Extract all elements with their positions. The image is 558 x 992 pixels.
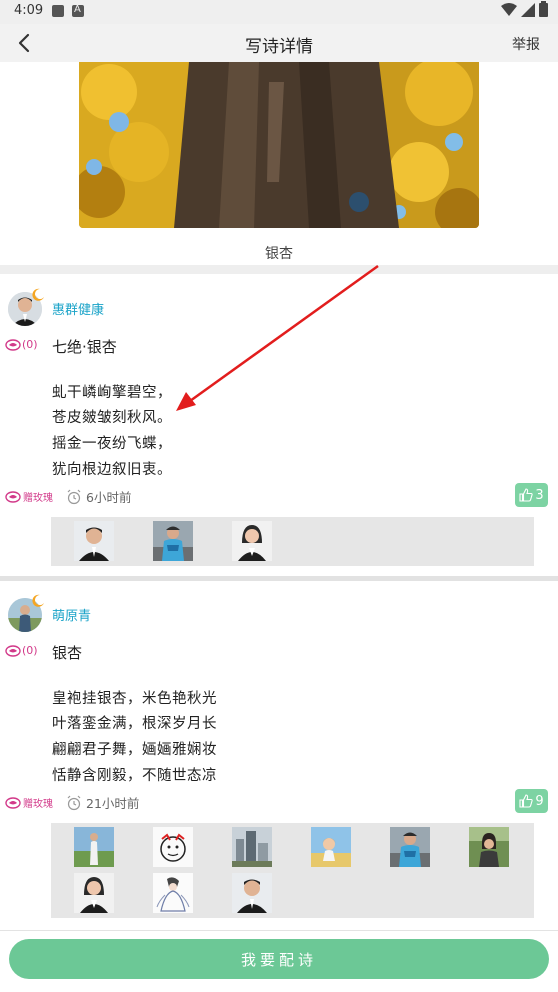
like-count: 9 (535, 793, 544, 809)
gift-rose-button[interactable]: 赠玫瑰 (5, 489, 53, 504)
moon-badge-icon (32, 288, 44, 301)
a-icon (72, 4, 84, 17)
post-time: 6小时前 (66, 487, 131, 506)
poem-line: 皇袍挂银杏，米色艳秋光 (52, 691, 217, 707)
voter-avatar[interactable] (153, 521, 193, 561)
poem-line: 摇金一夜纷飞蝶， (52, 436, 172, 452)
rose-count: (0) (5, 644, 38, 657)
status-time: 4:09 (14, 3, 44, 18)
rose-count: (0) (5, 338, 38, 351)
username[interactable]: 萌原青 (52, 605, 91, 624)
voter-avatar[interactable] (469, 827, 509, 867)
username[interactable]: 惠群健康 (52, 299, 104, 318)
voter-avatar[interactable] (311, 827, 351, 867)
voter-avatar[interactable] (232, 873, 272, 913)
voter-avatars (51, 517, 534, 566)
thumbs-up-icon (519, 794, 534, 808)
gift-rose-button[interactable]: 赠玫瑰 (5, 795, 53, 810)
rose-count-text: (0) (22, 338, 38, 351)
wifi-icon (501, 3, 517, 16)
poem-line: 叶落銮金满，根深岁月长 (52, 716, 217, 732)
rose-icon (5, 796, 21, 809)
rose-icon (5, 644, 21, 657)
battery-icon (539, 1, 548, 17)
page-title: 写诗详情 (245, 37, 313, 57)
status-bar: 4:09 (0, 0, 558, 24)
voter-avatar[interactable] (74, 521, 114, 561)
image-caption: 银杏 (265, 246, 293, 262)
like-button[interactable]: 3 (515, 483, 548, 507)
poem-line: 恬静含刚毅，不随世态凉 (52, 768, 217, 784)
moon-badge-icon (32, 594, 44, 607)
poem-line: 虬干嶙峋擎碧空， (52, 385, 172, 401)
voter-avatar[interactable] (74, 873, 114, 913)
rose-count-text: (0) (22, 644, 38, 657)
rose-icon (5, 490, 21, 503)
post-time-text: 6小时前 (86, 490, 132, 505)
like-count: 3 (535, 487, 544, 503)
compose-poem-button[interactable]: 我要配诗 (9, 939, 549, 979)
poem-line: 苍皮皴皱刻秋风。 (52, 410, 172, 426)
voter-avatar[interactable] (232, 521, 272, 561)
poem-line: 犹向根边叙旧衷。 (52, 462, 172, 478)
photo-icon (52, 5, 64, 17)
voter-avatar[interactable] (232, 827, 272, 867)
poem-line: 翩翩君子舞，婳婳雅娴妆 (52, 742, 217, 758)
back-arrow-icon (18, 33, 30, 53)
like-button[interactable]: 9 (515, 789, 548, 813)
voter-avatar[interactable] (153, 827, 193, 867)
poem-entry-2: 萌原青 (0) 银杏 皇袍挂银杏，米色艳秋光 叶落銮金满，根深岁月长 翩翩君子舞… (0, 581, 558, 929)
gift-rose-label: 赠玫瑰 (23, 799, 53, 810)
alarm-clock-icon (67, 489, 81, 504)
poem-title: 银杏 (52, 644, 83, 662)
gift-rose-label: 赠玫瑰 (23, 493, 53, 504)
alarm-clock-icon (67, 795, 81, 810)
post-time-text: 21小时前 (86, 796, 140, 811)
thumbs-up-icon (519, 488, 534, 502)
voter-avatar[interactable] (390, 827, 430, 867)
post-time: 21小时前 (66, 793, 139, 812)
poem-entry-1: 惠群健康 (0) 七绝·银杏 虬干嶙峋擎碧空， 苍皮皴皱刻秋风。 摇金一夜纷飞蝶… (0, 274, 558, 576)
app-bar: 写诗详情 举报 (0, 24, 558, 62)
back-button[interactable] (10, 28, 40, 58)
poem-title: 七绝·银杏 (52, 338, 117, 356)
voter-avatars (51, 823, 534, 918)
poem-image[interactable] (79, 62, 479, 228)
report-button[interactable]: 举报 (512, 34, 540, 54)
bottom-bar: 我要配诗 (0, 930, 558, 992)
signal-icon (521, 3, 535, 17)
voter-avatar[interactable] (74, 827, 114, 867)
voter-avatar[interactable] (153, 873, 193, 913)
divider (0, 265, 558, 274)
rose-icon (5, 338, 21, 351)
